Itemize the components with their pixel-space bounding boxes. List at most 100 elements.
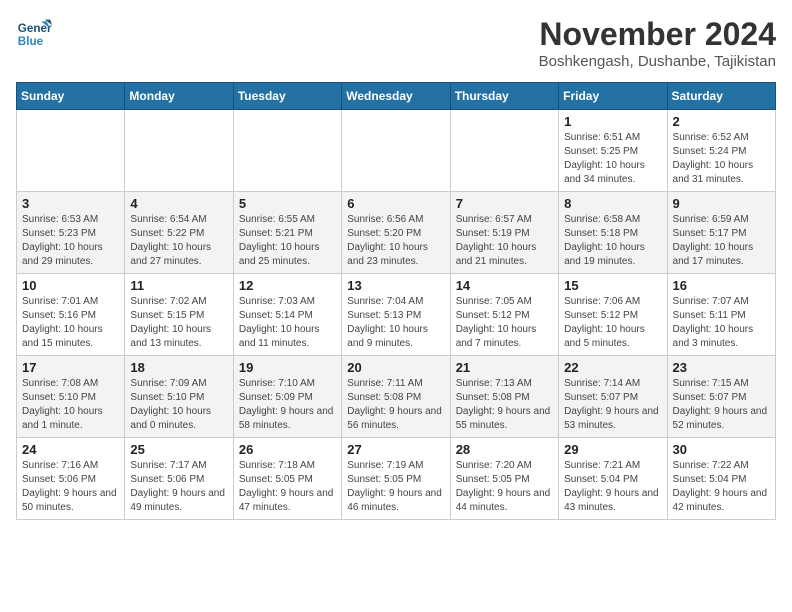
calendar-day-cell: 5Sunrise: 6:55 AM Sunset: 5:21 PM Daylig…: [233, 192, 341, 274]
day-info: Sunrise: 7:07 AM Sunset: 5:11 PM Dayligh…: [673, 295, 770, 351]
day-info: Sunrise: 7:21 AM Sunset: 5:04 PM Dayligh…: [564, 459, 661, 515]
day-number: 2: [673, 114, 770, 129]
day-number: 13: [347, 278, 444, 293]
weekday-header-cell: Monday: [125, 83, 233, 110]
day-number: 1: [564, 114, 661, 129]
day-info: Sunrise: 7:15 AM Sunset: 5:07 PM Dayligh…: [673, 377, 770, 433]
calendar-day-cell: 4 Sunrise: 6:54 AM Sunset: 5:22 PM Daylig…: [125, 192, 233, 274]
day-info: Sunrise: 6:53 AM Sunset: 5:23 PM Dayligh…: [22, 213, 119, 269]
calendar-day-cell: 25Sunrise: 7:17 AM Sunset: 5:06 PM Dayli…: [125, 438, 233, 520]
day-info: Sunrise: 6:51 AM Sunset: 5:25 PM Dayligh…: [564, 131, 661, 187]
calendar-day-cell: 14 Sunrise: 7:05 AM Sunset: 5:12 PM Dayli…: [450, 274, 558, 356]
calendar-day-cell: 19Sunrise: 7:10 AM Sunset: 5:09 PM Dayli…: [233, 356, 341, 438]
weekday-header-row: SundayMondayTuesdayWednesdayThursdayFrid…: [17, 83, 776, 110]
day-info: Sunrise: 7:20 AM Sunset: 5:05 PM Dayligh…: [456, 459, 553, 515]
day-info: Sunrise: 7:13 AM Sunset: 5:08 PM Dayligh…: [456, 377, 553, 433]
calendar-day-cell: [450, 110, 558, 192]
day-number: 29: [564, 442, 661, 457]
calendar-day-cell: 12 Sunrise: 7:03 AM Sunset: 5:14 PM Dayli…: [233, 274, 341, 356]
day-info: Sunrise: 7:08 AM Sunset: 5:10 PM Dayligh…: [22, 377, 119, 433]
day-number: 30: [673, 442, 770, 457]
calendar-day-cell: 1 Sunrise: 6:51 AM Sunset: 5:25 PM Daylig…: [559, 110, 667, 192]
calendar-day-cell: 16 Sunrise: 7:07 AM Sunset: 5:11 PM Dayli…: [667, 274, 775, 356]
calendar-table: SundayMondayTuesdayWednesdayThursdayFrid…: [16, 82, 776, 520]
calendar-day-cell: 20 Sunrise: 7:11 AM Sunset: 5:08 PM Dayli…: [342, 356, 450, 438]
calendar-day-cell: 17 Sunrise: 7:08 AM Sunset: 5:10 PM Dayli…: [17, 356, 125, 438]
day-info: Sunrise: 7:06 AM Sunset: 5:12 PM Dayligh…: [564, 295, 661, 351]
calendar-title: November 2024: [539, 16, 776, 53]
day-info: Sunrise: 7:04 AM Sunset: 5:13 PM Dayligh…: [347, 295, 444, 351]
day-number: 17: [22, 360, 119, 375]
calendar-week-row: 3 Sunrise: 6:53 AM Sunset: 5:23 PM Daylig…: [17, 192, 776, 274]
day-info: Sunrise: 7:16 AM Sunset: 5:06 PM Dayligh…: [22, 459, 119, 515]
day-number: 27: [347, 442, 444, 457]
calendar-day-cell: 2Sunrise: 6:52 AM Sunset: 5:24 PM Daylig…: [667, 110, 775, 192]
calendar-day-cell: 22Sunrise: 7:14 AM Sunset: 5:07 PM Dayli…: [559, 356, 667, 438]
day-info: Sunrise: 7:11 AM Sunset: 5:08 PM Dayligh…: [347, 377, 444, 433]
day-number: 4: [130, 196, 227, 211]
day-number: 25: [130, 442, 227, 457]
day-number: 6: [347, 196, 444, 211]
page-header: General Blue November 2024 Boshkengash, …: [16, 16, 776, 70]
weekday-header-cell: Thursday: [450, 83, 558, 110]
calendar-day-cell: [125, 110, 233, 192]
day-number: 28: [456, 442, 553, 457]
day-info: Sunrise: 7:01 AM Sunset: 5:16 PM Dayligh…: [22, 295, 119, 351]
calendar-day-cell: [233, 110, 341, 192]
day-number: 10: [22, 278, 119, 293]
calendar-day-cell: 3 Sunrise: 6:53 AM Sunset: 5:23 PM Daylig…: [17, 192, 125, 274]
day-number: 21: [456, 360, 553, 375]
calendar-week-row: 24 Sunrise: 7:16 AM Sunset: 5:06 PM Dayli…: [17, 438, 776, 520]
calendar-day-cell: [17, 110, 125, 192]
calendar-day-cell: 8Sunrise: 6:58 AM Sunset: 5:18 PM Daylig…: [559, 192, 667, 274]
calendar-day-cell: 23Sunrise: 7:15 AM Sunset: 5:07 PM Dayli…: [667, 356, 775, 438]
day-info: Sunrise: 7:09 AM Sunset: 5:10 PM Dayligh…: [130, 377, 227, 433]
day-info: Sunrise: 7:02 AM Sunset: 5:15 PM Dayligh…: [130, 295, 227, 351]
calendar-day-cell: [342, 110, 450, 192]
calendar-week-row: 1 Sunrise: 6:51 AM Sunset: 5:25 PM Daylig…: [17, 110, 776, 192]
calendar-day-cell: 27 Sunrise: 7:19 AM Sunset: 5:05 PM Dayli…: [342, 438, 450, 520]
calendar-day-cell: 7Sunrise: 6:57 AM Sunset: 5:19 PM Daylig…: [450, 192, 558, 274]
weekday-header-cell: Saturday: [667, 83, 775, 110]
weekday-header-cell: Tuesday: [233, 83, 341, 110]
day-number: 12: [239, 278, 336, 293]
calendar-day-cell: 10 Sunrise: 7:01 AM Sunset: 5:16 PM Dayli…: [17, 274, 125, 356]
day-number: 14: [456, 278, 553, 293]
calendar-day-cell: 13 Sunrise: 7:04 AM Sunset: 5:13 PM Dayli…: [342, 274, 450, 356]
calendar-day-cell: 26Sunrise: 7:18 AM Sunset: 5:05 PM Dayli…: [233, 438, 341, 520]
day-number: 16: [673, 278, 770, 293]
day-number: 22: [564, 360, 661, 375]
calendar-day-cell: 30Sunrise: 7:22 AM Sunset: 5:04 PM Dayli…: [667, 438, 775, 520]
calendar-day-cell: 15 Sunrise: 7:06 AM Sunset: 5:12 PM Dayli…: [559, 274, 667, 356]
calendar-subtitle: Boshkengash, Dushanbe, Tajikistan: [539, 53, 776, 70]
day-info: Sunrise: 7:18 AM Sunset: 5:05 PM Dayligh…: [239, 459, 336, 515]
logo: General Blue: [16, 16, 52, 52]
day-info: Sunrise: 6:54 AM Sunset: 5:22 PM Dayligh…: [130, 213, 227, 269]
day-number: 15: [564, 278, 661, 293]
day-info: Sunrise: 7:05 AM Sunset: 5:12 PM Dayligh…: [456, 295, 553, 351]
logo-icon: General Blue: [16, 16, 52, 52]
calendar-day-cell: 9 Sunrise: 6:59 AM Sunset: 5:17 PM Daylig…: [667, 192, 775, 274]
calendar-day-cell: 24 Sunrise: 7:16 AM Sunset: 5:06 PM Dayli…: [17, 438, 125, 520]
day-number: 7: [456, 196, 553, 211]
calendar-week-row: 10 Sunrise: 7:01 AM Sunset: 5:16 PM Dayli…: [17, 274, 776, 356]
calendar-day-cell: 18Sunrise: 7:09 AM Sunset: 5:10 PM Dayli…: [125, 356, 233, 438]
calendar-day-cell: 21 Sunrise: 7:13 AM Sunset: 5:08 PM Dayli…: [450, 356, 558, 438]
calendar-body: 1 Sunrise: 6:51 AM Sunset: 5:25 PM Daylig…: [17, 110, 776, 520]
weekday-header-cell: Wednesday: [342, 83, 450, 110]
day-number: 9: [673, 196, 770, 211]
day-info: Sunrise: 7:19 AM Sunset: 5:05 PM Dayligh…: [347, 459, 444, 515]
calendar-day-cell: 28 Sunrise: 7:20 AM Sunset: 5:05 PM Dayli…: [450, 438, 558, 520]
title-area: November 2024 Boshkengash, Dushanbe, Taj…: [539, 16, 776, 70]
day-number: 11: [130, 278, 227, 293]
weekday-header-cell: Sunday: [17, 83, 125, 110]
day-number: 20: [347, 360, 444, 375]
day-info: Sunrise: 6:58 AM Sunset: 5:18 PM Dayligh…: [564, 213, 661, 269]
svg-text:Blue: Blue: [18, 35, 44, 48]
day-info: Sunrise: 7:03 AM Sunset: 5:14 PM Dayligh…: [239, 295, 336, 351]
day-info: Sunrise: 6:59 AM Sunset: 5:17 PM Dayligh…: [673, 213, 770, 269]
day-number: 24: [22, 442, 119, 457]
day-number: 19: [239, 360, 336, 375]
day-number: 5: [239, 196, 336, 211]
day-number: 3: [22, 196, 119, 211]
